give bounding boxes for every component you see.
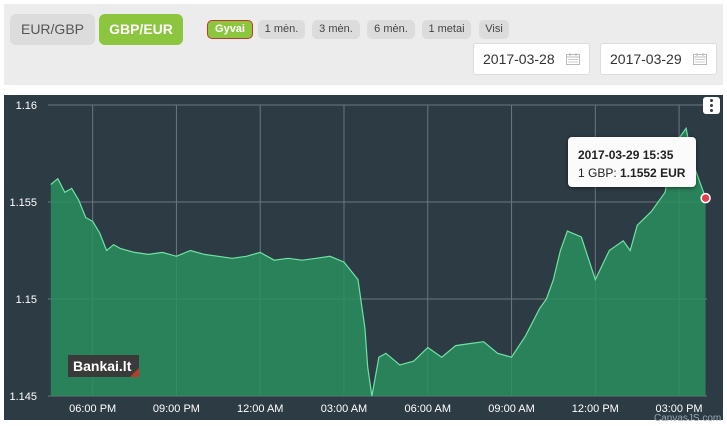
watermark-logo: Bankai.lt [68,355,139,377]
hover-point-marker [700,192,711,204]
x-tick-label: 09:00 AM [488,403,534,415]
tooltip-row: 1 GBP: 1.1552 EUR [578,164,696,182]
x-tick-label: 03:00 AM [321,403,367,415]
x-tick-label: 12:00 PM [572,403,619,415]
y-tick-label: 1.155 [9,197,37,209]
chart-credit[interactable]: CanvasJS.com [654,413,721,424]
y-tick-label: 1.15 [16,294,37,306]
tooltip-label: 1 GBP: [578,166,617,180]
more-vertical-icon[interactable] [703,97,720,114]
chart-tooltip: 2017-03-29 15:35 1 GBP: 1.1552 EUR [568,137,696,187]
range-button-3-months[interactable]: 3 mėn. [312,20,360,39]
x-tick-label: 12:00 AM [237,403,283,415]
range-button-live[interactable]: Gyvai [207,20,253,39]
y-tick-label: 1.145 [9,391,37,403]
range-button-6-months[interactable]: 6 mėn. [367,20,415,39]
x-tick-label: 09:00 PM [153,403,200,415]
calendar-icon[interactable] [566,53,580,65]
x-tick-label: 06:00 PM [69,403,116,415]
tooltip-value: 1.1552 EUR [620,166,686,180]
pair-tab-eur-gbp[interactable]: EUR/GBP [10,14,95,45]
x-tick-label: 06:00 AM [405,403,451,415]
range-button-all[interactable]: Visi [479,20,509,39]
pair-tab-gbp-eur[interactable]: GBP/EUR [99,14,183,45]
range-button-1-month[interactable]: 1 mėn. [258,20,305,39]
range-button-1-year[interactable]: 1 metai [422,20,471,39]
tooltip-date: 2017-03-29 15:35 [578,148,674,162]
calendar-icon[interactable] [693,53,707,65]
y-tick-label: 1.16 [16,100,37,112]
